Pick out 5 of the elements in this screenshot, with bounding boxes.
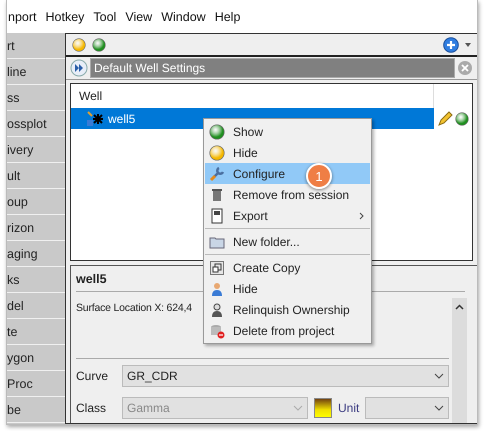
surface-location-text: Surface Location X: 624,4 <box>76 302 192 314</box>
field-label: Curve <box>76 369 110 383</box>
field-label: Class <box>76 401 108 415</box>
column-header: Well <box>79 89 104 104</box>
field-label: Unit <box>338 401 360 415</box>
